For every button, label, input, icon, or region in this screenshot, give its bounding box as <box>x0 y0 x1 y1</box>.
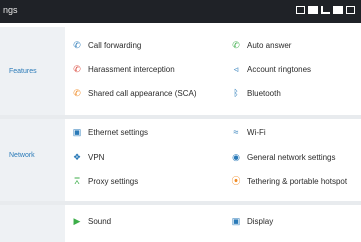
bluetooth-icon: ᛒ <box>233 88 239 98</box>
item-label: Account ringtones <box>247 64 312 74</box>
item-label: Proxy settings <box>88 176 139 186</box>
shared-call-icon: ✆ <box>73 88 81 98</box>
section-label-features: Features <box>9 68 37 75</box>
item-vpn[interactable]: ❖ VPN <box>70 152 105 162</box>
wifi-icon: ≈ <box>233 127 239 137</box>
item-label: Auto answer <box>247 40 292 50</box>
status-bar: ngs <box>0 0 361 23</box>
item-label: Shared call appearance (SCA) <box>88 88 197 98</box>
item-label: VPN <box>88 152 105 162</box>
sound-icon: ▶ <box>73 216 81 226</box>
item-sca[interactable]: ✆ Shared call appearance (SCA) <box>70 88 197 98</box>
phone-status-icon <box>321 6 330 14</box>
item-bluetooth[interactable]: ᛒ Bluetooth <box>229 88 281 98</box>
auto-answer-icon: ✆ <box>232 40 240 50</box>
item-label: Tethering & portable hotspot <box>247 176 348 186</box>
section-features: Features ✆ Call forwarding ✆ Auto answer… <box>0 27 361 115</box>
section-sidebar: Network <box>0 119 65 201</box>
settings-page: Features ✆ Call forwarding ✆ Auto answer… <box>0 23 361 242</box>
proxy-icon: ⩞ <box>74 176 80 186</box>
item-account-ringtones[interactable]: ◃ Account ringtones <box>229 64 311 74</box>
status-icons <box>296 6 355 14</box>
item-label: Ethernet settings <box>88 127 149 137</box>
section-sidebar: Features <box>0 27 65 115</box>
call-forward-icon: ✆ <box>73 40 81 50</box>
item-label: Display <box>247 216 274 226</box>
item-label: General network settings <box>247 152 336 162</box>
item-harassment-interception[interactable]: ✆ Harassment interception <box>70 64 175 74</box>
hotspot-icon: ⦿ <box>231 176 241 186</box>
item-label: Sound <box>88 216 112 226</box>
item-label: Call forwarding <box>88 40 142 50</box>
message-icon <box>333 6 343 14</box>
item-label: Harassment interception <box>88 64 175 74</box>
item-label: Bluetooth <box>247 88 281 98</box>
globe-icon: ◉ <box>232 152 240 162</box>
vpn-icon: ❖ <box>72 152 82 162</box>
display-icon: ▣ <box>231 216 241 226</box>
screenshot-icon <box>296 6 305 14</box>
call-block-icon: ✆ <box>73 64 81 74</box>
item-ethernet-settings[interactable]: ▣ Ethernet settings <box>70 127 148 137</box>
page-title: ngs <box>3 5 18 15</box>
section-network: Network ▣ Ethernet settings ≈ Wi-Fi ❖ VP… <box>0 119 361 201</box>
item-label: Wi-Fi <box>247 127 266 137</box>
item-wifi[interactable]: ≈ Wi-Fi <box>229 127 266 137</box>
item-call-forwarding[interactable]: ✆ Call forwarding <box>70 40 141 50</box>
ethernet-icon: ▣ <box>72 127 82 137</box>
item-proxy-settings[interactable]: ⩞ Proxy settings <box>70 176 138 186</box>
section-label-network: Network <box>9 152 35 159</box>
speaker-icon: ◃ <box>233 64 239 74</box>
item-display[interactable]: ▣ Display <box>229 216 274 226</box>
section-device: ▶ Sound ▣ Display <box>0 205 361 242</box>
item-auto-answer[interactable]: ✆ Auto answer <box>229 40 291 50</box>
item-general-network-settings[interactable]: ◉ General network settings <box>229 152 336 162</box>
item-sound[interactable]: ▶ Sound <box>70 216 112 226</box>
keyboard-icon <box>308 6 318 14</box>
item-tethering-hotspot[interactable]: ⦿ Tethering & portable hotspot <box>229 176 347 186</box>
ethernet-status-icon <box>346 6 355 14</box>
section-sidebar <box>0 205 65 242</box>
